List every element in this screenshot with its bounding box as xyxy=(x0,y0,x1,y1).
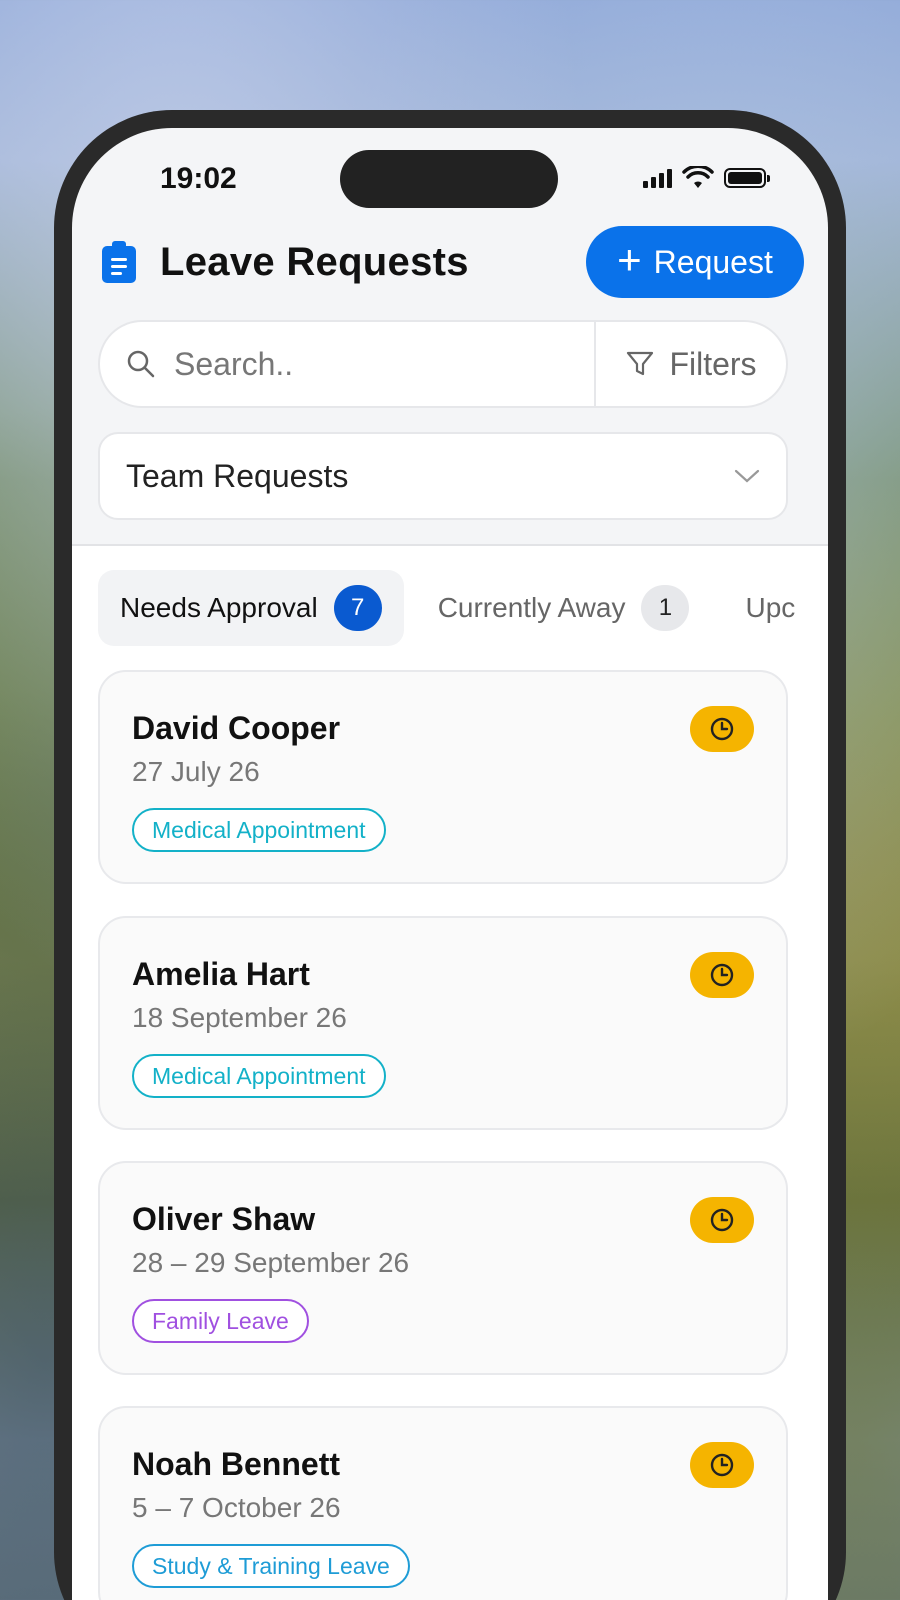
view-select[interactable]: Team Requests xyxy=(98,432,788,520)
tab-label: Currently Away xyxy=(437,592,626,623)
wifi-icon xyxy=(682,166,714,188)
request-card[interactable]: Oliver Shaw 28 – 29 September 26 Family … xyxy=(98,1161,788,1375)
leave-type-tag: Study & Training Leave xyxy=(132,1544,410,1588)
request-list-area: Needs Approval 7 Currently Away 1 Upc Da… xyxy=(72,546,828,1600)
pending-status-badge xyxy=(690,1442,754,1488)
tab-count-badge: 7 xyxy=(333,585,382,631)
employee-name: David Cooper xyxy=(132,710,341,746)
search-placeholder: Search.. xyxy=(174,345,294,382)
clock-icon xyxy=(710,717,734,741)
tab-upcoming[interactable]: Upc xyxy=(723,570,817,646)
new-request-button[interactable]: + Request xyxy=(586,226,804,298)
new-request-label: Request xyxy=(653,243,773,280)
dynamic-island xyxy=(340,150,558,208)
tab-count-badge: 1 xyxy=(641,585,690,631)
status-time: 19:02 xyxy=(160,162,237,195)
app-screen: 19:02 Leave Requests + Request Search.. … xyxy=(72,128,828,1600)
battery-icon xyxy=(724,168,770,188)
clock-icon xyxy=(710,1208,734,1232)
page-title: Leave Requests xyxy=(160,239,469,284)
leave-date: 5 – 7 October 26 xyxy=(132,1492,341,1523)
request-card[interactable]: Amelia Hart 18 September 26 Medical Appo… xyxy=(98,916,788,1130)
tab-needs-approval[interactable]: Needs Approval 7 xyxy=(98,570,404,646)
filters-button[interactable]: Filters xyxy=(596,346,786,383)
tab-label: Needs Approval xyxy=(120,592,318,623)
employee-name: Oliver Shaw xyxy=(132,1201,316,1237)
pending-status-badge xyxy=(690,952,754,998)
request-card[interactable]: Noah Bennett 5 – 7 October 26 Study & Tr… xyxy=(98,1406,788,1600)
leave-type-tag: Family Leave xyxy=(132,1299,309,1343)
request-card[interactable]: David Cooper 27 July 26 Medical Appointm… xyxy=(98,670,788,884)
signal-icon xyxy=(643,168,672,188)
filters-label: Filters xyxy=(669,345,757,382)
status-icons xyxy=(643,166,770,190)
clock-icon xyxy=(710,963,734,987)
pending-status-badge xyxy=(690,706,754,752)
leave-date: 18 September 26 xyxy=(132,1002,347,1033)
search-input[interactable]: Search.. xyxy=(100,322,596,406)
clock-icon xyxy=(710,1453,734,1477)
leave-date: 28 – 29 September 26 xyxy=(132,1247,410,1278)
clipboard-icon xyxy=(102,241,136,283)
view-select-value: Team Requests xyxy=(126,457,349,494)
leave-date: 27 July 26 xyxy=(132,756,260,787)
plus-icon: + xyxy=(617,236,642,283)
leave-type-tag: Medical Appointment xyxy=(132,1054,386,1098)
tab-label: Upc xyxy=(745,592,796,623)
search-bar: Search.. Filters xyxy=(98,320,788,408)
employee-name: Amelia Hart xyxy=(132,956,310,992)
chevron-down-icon xyxy=(734,469,760,483)
search-icon xyxy=(127,350,155,378)
header: Leave Requests + Request xyxy=(102,226,804,298)
tab-currently-away[interactable]: Currently Away 1 xyxy=(416,570,712,646)
employee-name: Noah Bennett xyxy=(132,1446,340,1482)
filter-icon xyxy=(627,351,654,376)
pending-status-badge xyxy=(690,1197,754,1243)
status-tabs: Needs Approval 7 Currently Away 1 Upc xyxy=(98,570,828,646)
leave-type-tag: Medical Appointment xyxy=(132,808,386,852)
